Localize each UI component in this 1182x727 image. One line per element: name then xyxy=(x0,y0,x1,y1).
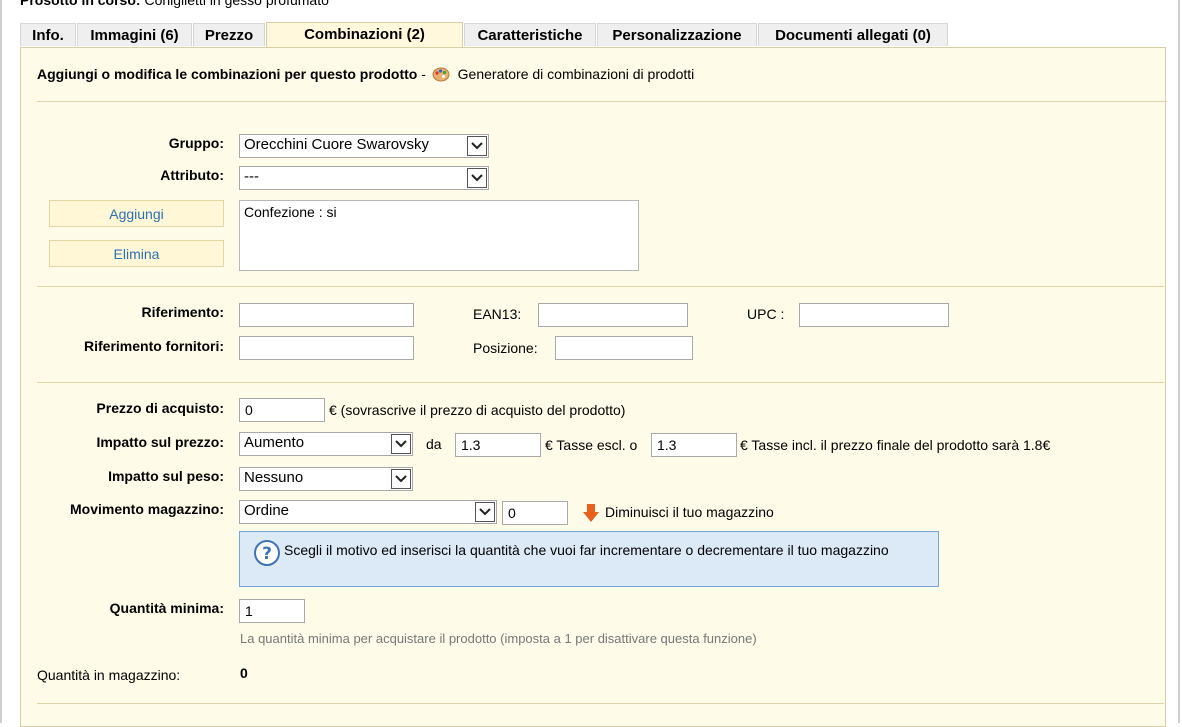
selected-attribute-item[interactable]: Confezione : si xyxy=(244,204,337,220)
min-quantity-note: La quantità minima per acquistare il pro… xyxy=(240,631,757,646)
supplier-reference-label: Riferimento fornitori: xyxy=(84,338,224,354)
upc-input[interactable] xyxy=(799,303,949,327)
tab-price[interactable]: Prezzo xyxy=(193,23,265,46)
purchase-price-input[interactable] xyxy=(239,398,325,422)
price-impact-select[interactable]: Aumento xyxy=(239,432,413,456)
window-right-border xyxy=(1178,0,1180,723)
price-impact-value: Aumento xyxy=(244,434,305,451)
page-title-value: Coniglietti in gesso profumato xyxy=(144,0,329,8)
weight-impact-label: Impatto sul peso: xyxy=(108,468,224,484)
stock-movement-value: Ordine xyxy=(244,502,290,519)
reference-input[interactable] xyxy=(239,303,414,327)
price-impact-da: da xyxy=(426,436,442,452)
chevron-down-icon xyxy=(467,168,487,188)
group-select-value: Orecchini Cuore Swarovsky xyxy=(244,136,430,153)
attribute-select-value: --- xyxy=(244,168,259,185)
tab-attachments[interactable]: Documenti allegati (0) xyxy=(758,23,948,46)
panel-header: Aggiungi o modifica le combinazioni per … xyxy=(37,66,694,82)
separator-1 xyxy=(37,101,1167,102)
stock-movement-label: Movimento magazzino: xyxy=(69,501,224,517)
svg-text:?: ? xyxy=(262,544,272,564)
palette-icon xyxy=(432,66,450,82)
separator-2 xyxy=(37,286,1164,287)
tab-combinations[interactable]: Combinazioni (2) xyxy=(266,22,463,47)
upc-label: UPC : xyxy=(747,306,785,322)
delete-attribute-button[interactable]: Elimina xyxy=(49,240,224,267)
ean13-label: EAN13: xyxy=(473,306,522,322)
price-tax-incl-label: € Tasse incl. il prezzo finale del prodo… xyxy=(740,437,1051,453)
purchase-price-label: Prezzo di acquisto: xyxy=(96,400,224,416)
attribute-label: Attributo: xyxy=(160,167,224,183)
position-label: Posizione: xyxy=(473,340,538,356)
page-title-label: Prosotto in corso: xyxy=(20,0,141,8)
supplier-reference-input[interactable] xyxy=(239,336,414,360)
chevron-down-icon xyxy=(467,136,487,156)
price-tax-excl-input[interactable] xyxy=(455,433,541,457)
tab-customization[interactable]: Personalizzazione xyxy=(597,23,757,46)
weight-impact-value: Nessuno xyxy=(244,469,304,486)
group-select[interactable]: Orecchini Cuore Swarovsky xyxy=(239,134,489,158)
page-title: Prosotto in corso: Coniglietti in gesso … xyxy=(20,0,329,8)
reference-label: Riferimento: xyxy=(141,304,224,320)
hint-text: Scegli il motivo ed inserisci la quantit… xyxy=(284,542,889,558)
help-icon: ? xyxy=(254,540,280,566)
window-left-border xyxy=(0,0,2,723)
header-dash: - xyxy=(421,66,426,82)
chevron-down-icon xyxy=(391,469,411,489)
tab-info[interactable]: Info. xyxy=(20,23,76,46)
min-quantity-label: Quantità minima: xyxy=(109,600,224,616)
price-tax-excl-label: € Tasse escl. o xyxy=(545,437,638,453)
tab-images[interactable]: Immagini (6) xyxy=(77,23,192,46)
ean13-input[interactable] xyxy=(538,303,688,327)
separator-3 xyxy=(37,382,1164,383)
attribute-select[interactable]: --- xyxy=(239,166,489,190)
stock-movement-qty-input[interactable] xyxy=(502,501,568,525)
min-quantity-input[interactable] xyxy=(239,599,305,623)
separator-4 xyxy=(37,703,1164,704)
price-tax-incl-input[interactable] xyxy=(651,433,737,457)
chevron-down-icon xyxy=(475,502,495,522)
purchase-price-note: € (sovrascrive il prezzo di acquisto del… xyxy=(329,402,626,418)
group-label: Gruppo: xyxy=(168,135,224,151)
stock-movement-select[interactable]: Ordine xyxy=(239,500,497,524)
tab-features[interactable]: Caratteristiche xyxy=(464,23,596,46)
weight-impact-select[interactable]: Nessuno xyxy=(239,467,413,491)
stock-quantity-label: Quantità in magazzino: xyxy=(37,667,181,683)
selected-attributes-list[interactable]: Confezione : si xyxy=(239,200,639,271)
generator-link[interactable]: Generatore di combinazioni di prodotti xyxy=(458,66,695,82)
stock-movement-note: Diminuisci il tuo magazzino xyxy=(605,504,774,520)
header-text: Aggiungi o modifica le combinazioni per … xyxy=(37,66,418,82)
price-impact-label: Impatto sul prezzo: xyxy=(96,434,224,450)
arrow-down-icon xyxy=(582,503,600,523)
add-attribute-button[interactable]: Aggiungi xyxy=(49,200,224,227)
stock-movement-hint: ? Scegli il motivo ed inserisci la quant… xyxy=(239,531,939,587)
chevron-down-icon xyxy=(391,434,411,454)
stock-quantity-value: 0 xyxy=(240,665,248,681)
position-input[interactable] xyxy=(555,336,693,360)
